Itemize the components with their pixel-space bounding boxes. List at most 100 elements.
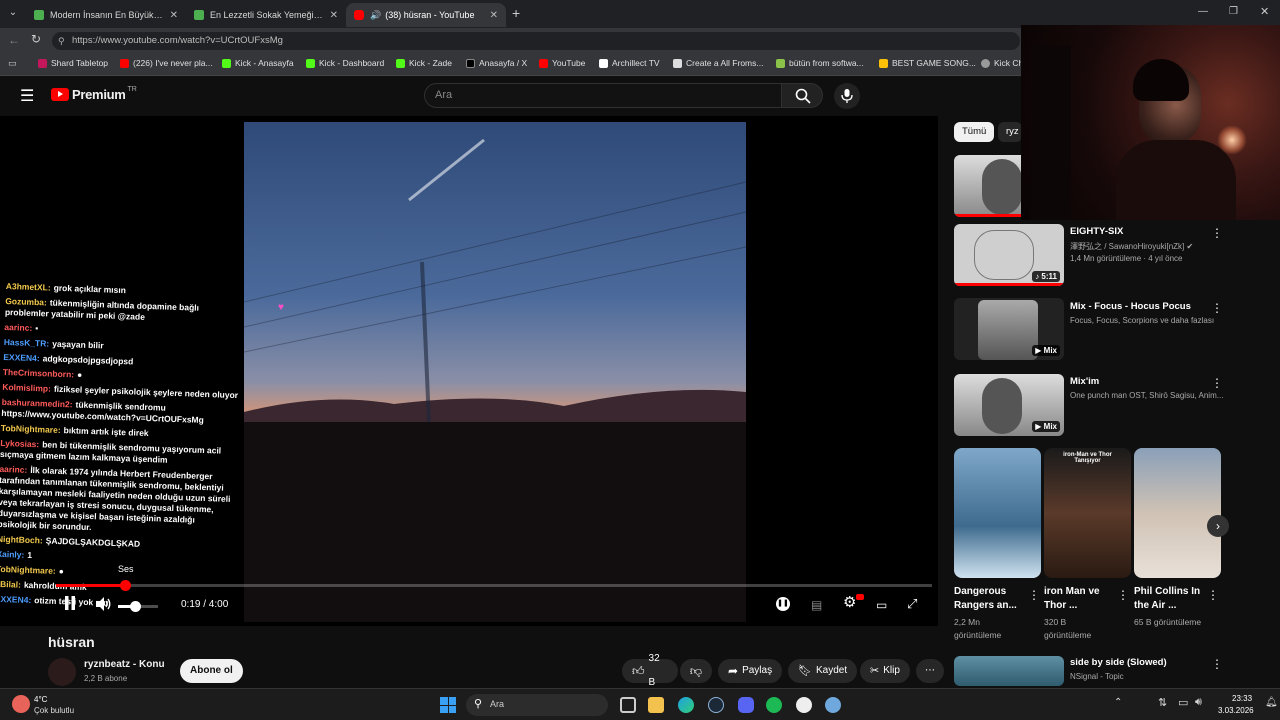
side-video-title[interactable]: Mix'im: [1070, 376, 1099, 387]
share-button[interactable]: ➦ Paylaş: [718, 659, 783, 683]
more-options-icon[interactable]: ⋮: [1117, 588, 1129, 602]
save-button[interactable]: 🔖︎ Kaydet: [788, 659, 858, 683]
bookmark-item[interactable]: Shard Tabletop: [38, 58, 108, 68]
sidebar-toggle-icon[interactable]: ▭: [8, 58, 17, 69]
file-explorer-icon[interactable]: [648, 697, 664, 713]
close-tab-icon[interactable]: ✕: [330, 10, 338, 21]
show-hidden-icons[interactable]: ⌃: [1114, 697, 1122, 708]
short-title[interactable]: Phil Collins In the Air ...: [1134, 585, 1204, 613]
steam-icon[interactable]: [708, 697, 724, 713]
bookmark-item[interactable]: YouTube: [539, 58, 585, 68]
progress-bar[interactable]: [56, 580, 932, 591]
volume-tray-icon[interactable]: 🔊︎: [1195, 696, 1202, 709]
task-view-icon[interactable]: [620, 697, 636, 713]
theater-mode-icon[interactable]: ▭: [876, 596, 887, 614]
tab-2[interactable]: En Lezzetli Sokak Yemeği [VİDEOL ✕: [186, 3, 346, 27]
network-icon[interactable]: ⇅: [1158, 696, 1167, 709]
more-options-icon[interactable]: ⋮: [1207, 588, 1219, 602]
channel-name[interactable]: ryznbeatz - Konu: [84, 659, 165, 670]
more-options-icon[interactable]: ⋮: [1211, 376, 1223, 390]
chat-text: ▪: [35, 323, 39, 334]
tab-3-active[interactable]: 🔊 (38) hüsran - YouTube ✕: [346, 3, 506, 27]
bookmark-item[interactable]: Archillect TV: [599, 58, 660, 68]
discord-icon[interactable]: [738, 697, 754, 713]
voice-search-button[interactable]: [834, 83, 860, 109]
menu-icon[interactable]: ☰: [20, 86, 34, 106]
bookmark-item[interactable]: bütün from softwa...: [776, 58, 864, 68]
dislike-button[interactable]: 👎︎: [680, 659, 712, 683]
url-text: https://www.youtube.com/watch?v=UCrtOUFx…: [72, 35, 283, 46]
tab-list-chevron-icon[interactable]: ⌄: [6, 7, 20, 21]
weather-icon[interactable]: [12, 695, 30, 713]
notifications-icon[interactable]: 🔔︎: [1265, 697, 1278, 708]
share-label: Paylaş: [742, 665, 773, 676]
thumbnail-eighty-six[interactable]: ♪ 5:11: [954, 224, 1064, 286]
video-frame[interactable]: ♥: [244, 122, 746, 622]
bookmark-item[interactable]: BEST GAME SONG...: [879, 58, 976, 68]
volume-knob[interactable]: [129, 601, 141, 612]
clock-date[interactable]: 3.03.2026: [1218, 706, 1254, 715]
like-button[interactable]: 👍︎ 32 B: [622, 653, 678, 688]
video-player[interactable]: ♥ A3hmetXL: grok açıklar mısın Gozumba: tük…: [0, 116, 938, 626]
bookmark-item[interactable]: Kick - Zade: [396, 58, 452, 68]
short-thumbnail[interactable]: [954, 448, 1041, 578]
thumbnail-mixim[interactable]: ▶ Mix: [954, 374, 1064, 436]
taskbar-search[interactable]: ⚲ Ara: [466, 694, 608, 716]
channel-avatar[interactable]: [48, 658, 76, 686]
url-field[interactable]: ⚲ https://www.youtube.com/watch?v=UCrtOU…: [52, 32, 1020, 50]
clip-button[interactable]: ✂ Klip: [860, 659, 910, 683]
side-video-title[interactable]: side by side (Slowed): [1070, 657, 1167, 668]
site-info-icon[interactable]: ⚲: [58, 32, 65, 50]
youtube-premium-logo[interactable]: Premium TR: [51, 86, 137, 102]
start-button[interactable]: [440, 697, 456, 713]
bookmark-item[interactable]: (226) I've never pla...: [120, 58, 213, 68]
chrome-icon[interactable]: [825, 697, 841, 713]
short-thumbnail[interactable]: iron-Man ve Thor Tanışıyor: [1044, 448, 1131, 578]
search-input[interactable]: Ara: [424, 83, 782, 108]
more-actions-button[interactable]: ⋯: [916, 659, 944, 683]
more-options-icon[interactable]: ⋮: [1211, 301, 1223, 315]
close-tab-icon[interactable]: ✕: [490, 10, 498, 21]
thumbnail-mix-focus[interactable]: ▶ Mix: [954, 298, 1064, 360]
reload-icon[interactable]: ↻: [31, 32, 41, 46]
epic-games-icon[interactable]: [796, 697, 812, 713]
settings-icon[interactable]: ⚙: [843, 594, 856, 612]
next-shorts-button[interactable]: ›: [1207, 515, 1229, 537]
subscribe-button[interactable]: Abone ol: [180, 659, 243, 683]
edge-icon[interactable]: [678, 697, 694, 713]
close-tab-icon[interactable]: ✕: [170, 10, 178, 21]
lamp-light-image: [1217, 125, 1247, 155]
volume-slider[interactable]: [118, 601, 158, 612]
chip-all[interactable]: Tümü: [954, 122, 995, 142]
thumbnail-side-by-side[interactable]: [954, 656, 1064, 686]
side-video-title[interactable]: Mix - Focus - Hocus Pocus: [1070, 301, 1191, 312]
fullscreen-icon[interactable]: ⤢: [907, 595, 917, 613]
clock-time[interactable]: 23:33: [1232, 694, 1252, 703]
short-title[interactable]: Dangerous Rangers an...: [954, 585, 1024, 613]
spotify-icon[interactable]: [766, 697, 782, 713]
more-options-icon[interactable]: ⋮: [1211, 226, 1223, 240]
subtitles-icon[interactable]: ▤: [811, 596, 822, 614]
chip-channel[interactable]: ryz: [998, 122, 1022, 142]
side-video-title[interactable]: EIGHTY-SIX: [1070, 226, 1123, 237]
more-options-icon[interactable]: ⋮: [1211, 657, 1223, 671]
back-icon[interactable]: ←: [8, 33, 20, 47]
autoplay-toggle[interactable]: ❚❚: [776, 597, 790, 611]
bookmark-item[interactable]: Kick - Dashboard: [306, 58, 384, 68]
bookmark-item[interactable]: Create a All Froms...: [673, 58, 763, 68]
close-window-icon[interactable]: ✕: [1260, 5, 1269, 18]
bookmark-item[interactable]: Kick - Anasayfa: [222, 58, 294, 68]
minimize-icon[interactable]: —: [1198, 6, 1208, 17]
pause-button[interactable]: [62, 596, 78, 615]
bookmark-item[interactable]: Kick Ch: [981, 58, 1023, 68]
short-thumbnail[interactable]: [1134, 448, 1221, 578]
battery-icon[interactable]: ▭: [1178, 696, 1188, 709]
search-button[interactable]: [781, 83, 823, 108]
more-options-icon[interactable]: ⋮: [1028, 588, 1040, 602]
mute-button[interactable]: [95, 597, 113, 616]
tab-1[interactable]: Modern İnsanın En Büyük Problem ✕: [26, 3, 186, 27]
restore-icon[interactable]: ❐: [1229, 6, 1238, 17]
short-title[interactable]: iron Man ve Thor ...: [1044, 585, 1114, 613]
new-tab-icon[interactable]: +: [512, 5, 520, 21]
bookmark-item[interactable]: Anasayfa / X: [466, 58, 527, 68]
